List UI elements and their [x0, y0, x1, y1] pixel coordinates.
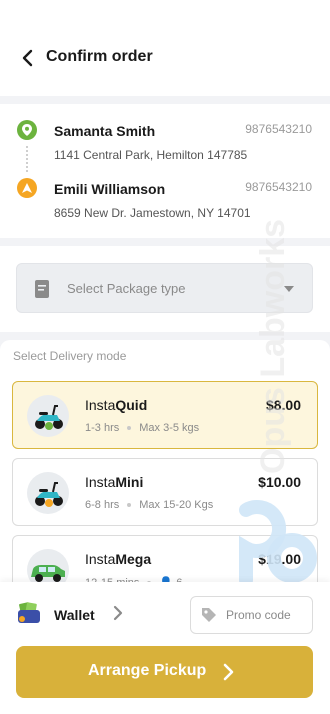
tag-icon	[202, 608, 216, 622]
delivery-option-quid[interactable]: InstaQuid 1-3 hrs Max 3-5 kgs $8.00	[12, 381, 318, 449]
location-pin-icon	[17, 120, 37, 140]
app-header: Confirm order	[0, 0, 330, 96]
navigation-icon	[17, 178, 37, 198]
dropoff-phone: 9876543210	[245, 180, 312, 194]
delivery-option-name: InstaQuid	[85, 397, 148, 413]
caret-down-icon	[284, 286, 294, 292]
pickup-phone: 9876543210	[245, 122, 312, 136]
delivery-option-price: $8.00	[265, 397, 301, 413]
pickup-address-line: 1141 Central Park, Hemilton 147785	[54, 148, 248, 162]
wallet-button[interactable]: Wallet	[54, 607, 95, 623]
dropoff-name: Emili Williamson	[54, 181, 166, 197]
route-connector	[26, 146, 28, 172]
scooter-icon	[27, 395, 69, 437]
pickup-name: Samanta Smith	[54, 123, 156, 139]
wallet-icon	[18, 602, 40, 623]
document-icon	[35, 280, 49, 298]
delivery-option-name: InstaMini	[85, 474, 144, 490]
chevron-right-icon	[223, 663, 234, 681]
arrange-pickup-button[interactable]: Arrange Pickup	[16, 646, 313, 698]
arrow-left-icon	[22, 49, 33, 67]
promo-code-button[interactable]: Promo code	[190, 596, 313, 634]
scooter-icon	[27, 472, 69, 514]
back-button[interactable]	[16, 46, 40, 70]
delivery-option-meta: 1-3 hrs Max 3-5 kgs	[85, 422, 200, 434]
checkout-bar: Wallet Promo code Arrange Pickup	[0, 582, 330, 714]
delivery-option-price: $10.00	[258, 474, 301, 490]
chevron-right-icon[interactable]	[112, 605, 124, 621]
delivery-mode-section: Select Delivery mode InstaQuid 1-3 hrs Ma…	[0, 340, 330, 590]
address-card: Samanta Smith 9876543210 1141 Central Pa…	[0, 104, 330, 238]
delivery-option-price: $19.00	[258, 551, 301, 567]
delivery-option-meta: 6-8 hrs Max 15-20 Kgs	[85, 499, 214, 511]
package-type-select[interactable]: Select Package type	[16, 263, 313, 313]
delivery-option-name: InstaMega	[85, 551, 152, 567]
page-title: Confirm order	[46, 48, 153, 65]
package-type-placeholder: Select Package type	[67, 281, 186, 296]
delivery-mode-label: Select Delivery mode	[13, 349, 127, 363]
dropoff-address-line: 8659 New Dr. Jamestown, NY 14701	[54, 206, 251, 220]
promo-code-label: Promo code	[226, 608, 291, 622]
delivery-option-mini[interactable]: InstaMini 6-8 hrs Max 15-20 Kgs $10.00	[12, 458, 318, 526]
arrange-pickup-label: Arrange Pickup	[88, 662, 207, 679]
package-section: Select Package type	[0, 246, 330, 332]
